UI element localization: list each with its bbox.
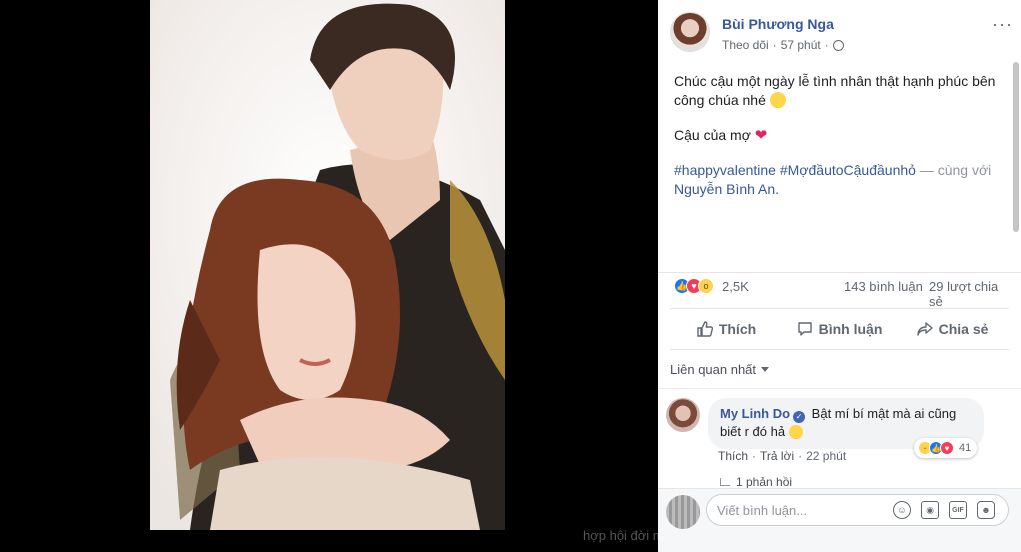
post-paragraph-2: Cậu của mợ ❤: [674, 126, 1004, 145]
meta-separator-2: ·: [824, 38, 829, 52]
more-options-icon[interactable]: ···: [992, 14, 1013, 35]
post-header: Bùi Phương Nga Theo dõi · 57 phút · ···: [670, 12, 1013, 56]
meta-separator: ·: [772, 38, 777, 52]
photo-illustration: [150, 0, 505, 530]
post-paragraph-3: #happyvalentine #MợđầutoCậuđầunhỏ — cùng…: [674, 161, 1004, 199]
comment-sort-dropdown[interactable]: Liên quan nhất: [670, 362, 770, 377]
sort-label: Liên quan nhất: [670, 362, 757, 377]
hashtag-happyvalentine[interactable]: #happyvalentine: [674, 162, 776, 178]
divider: [670, 308, 1009, 309]
comment-box[interactable]: ☺ ◉ GIF ☻: [706, 494, 1009, 526]
hashtag-modautocaudaunho[interactable]: #MợđầutoCậuđầunhỏ: [780, 162, 916, 178]
wink-emoji-icon: [769, 92, 786, 108]
post-time[interactable]: 57 phút: [781, 38, 821, 52]
verified-badge-icon: ✓: [793, 411, 806, 423]
post-text-line2: Cậu của mợ: [674, 127, 751, 143]
post-details-panel: Bùi Phương Nga Theo dõi · 57 phút · ··· …: [658, 0, 1021, 552]
share-button-label: Chia sẻ: [938, 321, 989, 337]
comment-button[interactable]: Bình luận: [783, 312, 896, 346]
comment-separator: ·: [752, 449, 757, 463]
comment-reply-link[interactable]: Trả lời: [760, 449, 794, 463]
comment-time[interactable]: 22 phút: [806, 449, 846, 463]
photo-viewer: hợp hội đời mợ Bùi Phương Nga Theo dõi ·…: [0, 0, 1021, 552]
post-photo[interactable]: [150, 0, 505, 530]
comment-like-link[interactable]: Thích: [718, 449, 748, 463]
like-button-label: Thích: [718, 321, 757, 337]
tagged-person-link[interactable]: Nguyễn Bình An.: [674, 181, 779, 197]
scrollbar-thumb[interactable]: [1013, 62, 1019, 232]
post-text-line1: Chúc cậu một ngày lễ tình nhân thật hạnh…: [674, 73, 996, 108]
background-sidebar-remnant: hợp hội đời mợ: [505, 524, 672, 552]
comment-input[interactable]: [717, 495, 867, 525]
globe-icon[interactable]: [832, 39, 844, 51]
commenter-name[interactable]: My Linh Do: [720, 406, 790, 421]
divider: [658, 388, 1021, 389]
smiley-icon[interactable]: ☺: [893, 501, 911, 519]
follow-link[interactable]: Theo dõi: [722, 38, 769, 52]
comment-reactions[interactable]: ᵕ 👍 ♥ 41: [914, 438, 978, 458]
view-replies-link[interactable]: 1 phản hồi: [720, 475, 792, 489]
like-button[interactable]: Thích: [670, 312, 783, 346]
laughing-emoji-icon: [788, 425, 803, 439]
with-text: — cùng với: [919, 162, 992, 178]
current-user-avatar: [666, 495, 700, 529]
caret-down-icon: [761, 367, 770, 372]
share-arrow-icon: [916, 322, 933, 336]
comment-item: My Linh Do ✓ Bật mí bí mật mà ai cũng biế…: [666, 396, 1011, 468]
comment-reaction-count: 41: [959, 442, 972, 454]
camera-icon[interactable]: ◉: [921, 501, 939, 519]
speech-bubble-icon: [797, 322, 812, 336]
sticker-icon[interactable]: ☻: [977, 501, 995, 519]
post-actions: Thích Bình luận Chia sẻ: [670, 312, 1009, 346]
divider: [658, 272, 1021, 273]
share-count[interactable]: 29 lượt chia sẻ: [929, 279, 1004, 309]
thumbs-up-icon: [697, 321, 713, 337]
replies-label: 1 phản hồi: [736, 475, 793, 489]
post-body: Chúc cậu một ngày lễ tình nhân thật hạnh…: [674, 72, 1004, 215]
photo-area: [0, 0, 658, 552]
reaction-count[interactable]: 2,5K: [722, 279, 749, 294]
commenter-avatar[interactable]: [666, 398, 700, 432]
post-paragraph-1: Chúc cậu một ngày lễ tình nhân thật hạnh…: [674, 72, 1004, 110]
comment-actions: Thích · Trả lời · 22 phút: [718, 449, 846, 463]
comment-composer: ☺ ◉ GIF ☻: [658, 488, 1021, 552]
wow-reaction-icon[interactable]: o: [698, 278, 714, 294]
gif-icon[interactable]: GIF: [949, 501, 967, 519]
comment-button-label: Bình luận: [818, 321, 883, 337]
love-reaction-icon: ♥: [940, 441, 954, 455]
comment-separator: ·: [798, 449, 803, 463]
author-name[interactable]: Bùi Phương Nga: [722, 16, 834, 32]
reaction-summary: 👍 ♥ o 2,5K 143 bình luận 29 lượt chia sẻ: [674, 278, 1004, 309]
comment-count[interactable]: 143 bình luận: [844, 279, 923, 294]
heart-emoji-icon: ❤: [754, 127, 768, 144]
author-avatar[interactable]: [670, 12, 710, 52]
share-button[interactable]: Chia sẻ: [896, 312, 1009, 346]
divider: [670, 349, 1009, 350]
reply-arrow-icon: [720, 478, 730, 486]
post-meta: Theo dõi · 57 phút ·: [722, 38, 844, 52]
